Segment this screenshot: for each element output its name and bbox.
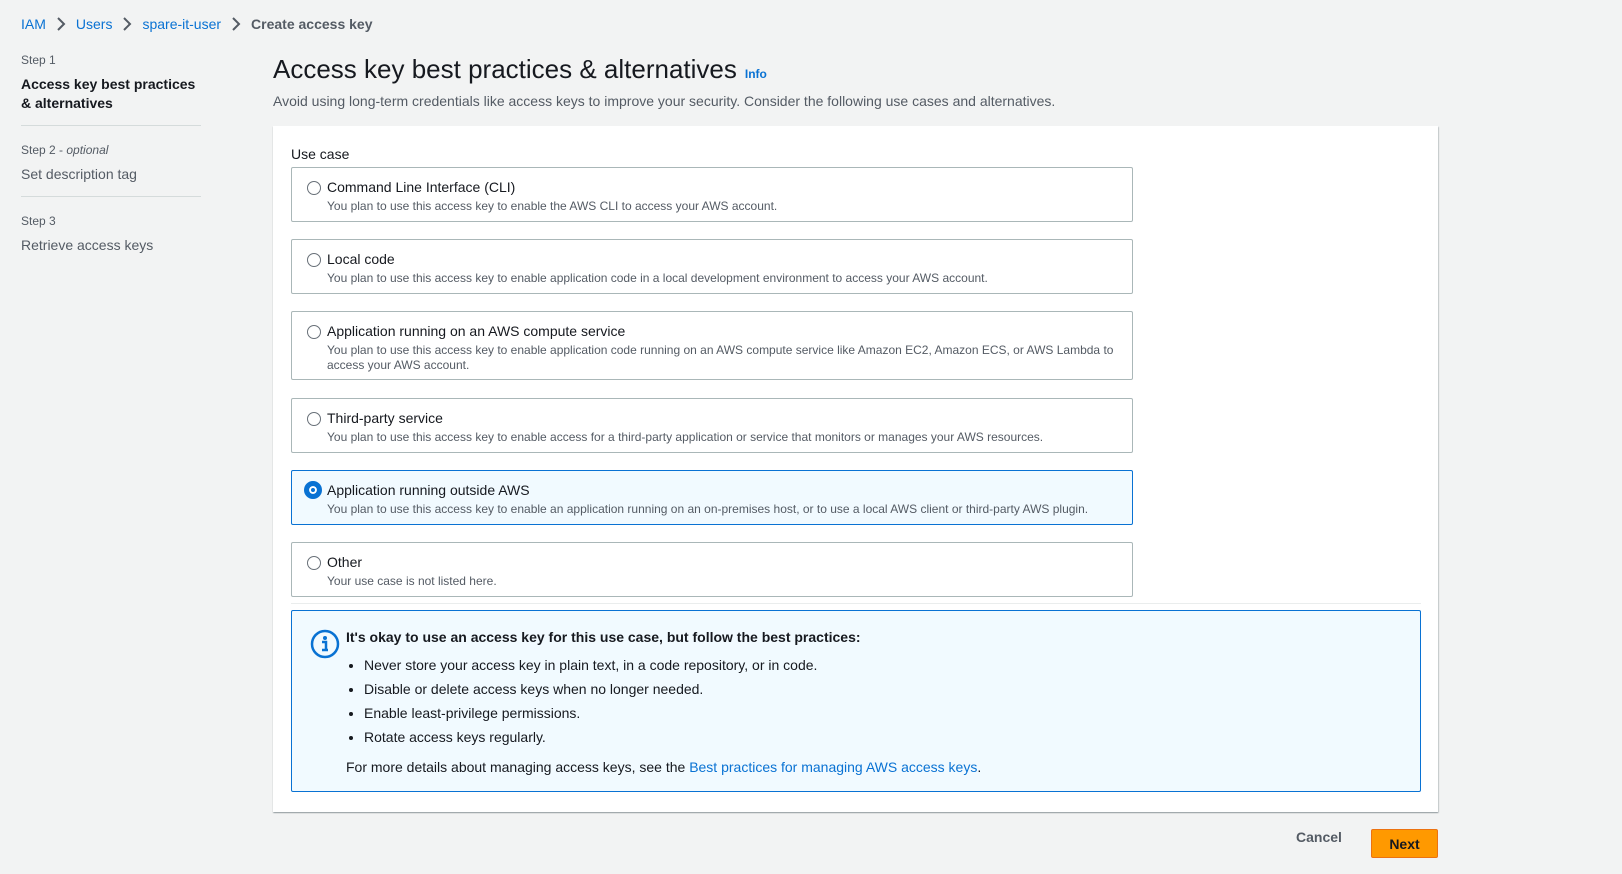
radio-button-selected[interactable] bbox=[304, 481, 322, 499]
optional-label: optional bbox=[66, 143, 109, 157]
radio-button[interactable] bbox=[307, 253, 321, 267]
use-case-tile-local-code[interactable]: Local code You plan to use this access k… bbox=[291, 239, 1133, 294]
info-alert: It's okay to use an access key for this … bbox=[291, 610, 1421, 792]
breadcrumb-current: Create access key bbox=[251, 16, 373, 32]
alert-footer: For more details about managing access k… bbox=[346, 759, 982, 775]
step-title: Access key best practices & alternatives bbox=[21, 76, 196, 111]
page-description: Avoid using long-term credentials like a… bbox=[273, 93, 1056, 109]
tile-title: Application running on an AWS compute se… bbox=[327, 323, 626, 339]
radio-button[interactable] bbox=[307, 181, 321, 195]
tile-title: Third-party service bbox=[327, 410, 443, 426]
best-practices-link[interactable]: Best practices for managing AWS access k… bbox=[689, 759, 977, 775]
use-case-label: Use case bbox=[291, 146, 350, 162]
step-title: Set description tag bbox=[21, 166, 137, 182]
tile-title: Command Line Interface (CLI) bbox=[327, 179, 516, 195]
list-item: Enable least-privilege permissions. bbox=[364, 701, 1400, 725]
use-case-tile-other[interactable]: Other Your use case is not listed here. bbox=[291, 542, 1133, 597]
step-number: Step 1 bbox=[21, 53, 56, 67]
tile-description: You plan to use this access key to enabl… bbox=[327, 271, 988, 285]
tile-description: Your use case is not listed here. bbox=[327, 574, 497, 588]
tile-title: Application running outside AWS bbox=[327, 482, 530, 498]
tile-title: Other bbox=[327, 554, 363, 570]
step-3[interactable]: Step 3 Retrieve access keys bbox=[21, 214, 201, 267]
tile-description: You plan to use this access key to enabl… bbox=[327, 502, 1089, 516]
chevron-right-icon bbox=[221, 17, 251, 31]
breadcrumb-user[interactable]: spare-it-user bbox=[142, 16, 221, 32]
use-case-tile-aws-compute[interactable]: Application running on an AWS compute se… bbox=[291, 311, 1133, 380]
step-number: Step 2 - optional bbox=[21, 143, 109, 157]
step-2[interactable]: Step 2 - optional Set description tag bbox=[21, 143, 201, 197]
wizard-steps: Step 1 Access key best practices & alter… bbox=[21, 53, 201, 284]
step-number: Step 3 bbox=[21, 214, 56, 228]
tile-title: Local code bbox=[327, 251, 395, 267]
info-icon bbox=[310, 629, 340, 659]
use-case-container: Use case Command Line Interface (CLI) Yo… bbox=[273, 126, 1438, 812]
radio-button[interactable] bbox=[307, 556, 321, 570]
page-title: Access key best practices & alternatives bbox=[273, 54, 737, 84]
cancel-button[interactable]: Cancel bbox=[1296, 829, 1342, 845]
divider bbox=[291, 603, 1421, 604]
tile-description: You plan to use this access key to enabl… bbox=[327, 199, 778, 213]
list-item: Rotate access keys regularly. bbox=[364, 725, 1400, 749]
step-1: Step 1 Access key best practices & alter… bbox=[21, 53, 201, 126]
list-item: Never store your access key in plain tex… bbox=[364, 653, 1400, 677]
use-case-tile-third-party[interactable]: Third-party service You plan to use this… bbox=[291, 398, 1133, 453]
breadcrumb: IAM Users spare-it-user Create access ke… bbox=[21, 16, 372, 32]
alert-content: It's okay to use an access key for this … bbox=[346, 629, 1400, 775]
step-title: Retrieve access keys bbox=[21, 237, 154, 253]
page-header: Access key best practices & alternatives… bbox=[273, 54, 1055, 109]
radio-button[interactable] bbox=[307, 412, 321, 426]
info-link[interactable]: Info bbox=[745, 67, 767, 81]
radio-button[interactable] bbox=[307, 325, 321, 339]
list-item: Disable or delete access keys when no lo… bbox=[364, 677, 1400, 701]
chevron-right-icon bbox=[112, 17, 142, 31]
next-button[interactable]: Next bbox=[1371, 829, 1438, 858]
breadcrumb-users[interactable]: Users bbox=[76, 16, 113, 32]
tile-description: You plan to use this access key to enabl… bbox=[327, 343, 1114, 372]
use-case-tile-cli[interactable]: Command Line Interface (CLI) You plan to… bbox=[291, 167, 1133, 222]
breadcrumb-iam[interactable]: IAM bbox=[21, 16, 46, 32]
chevron-right-icon bbox=[46, 17, 76, 31]
tile-description: You plan to use this access key to enabl… bbox=[327, 430, 1044, 444]
alert-title: It's okay to use an access key for this … bbox=[346, 629, 861, 645]
best-practices-list: Never store your access key in plain tex… bbox=[346, 653, 1400, 749]
use-case-tile-outside-aws[interactable]: Application running outside AWS You plan… bbox=[291, 470, 1133, 525]
